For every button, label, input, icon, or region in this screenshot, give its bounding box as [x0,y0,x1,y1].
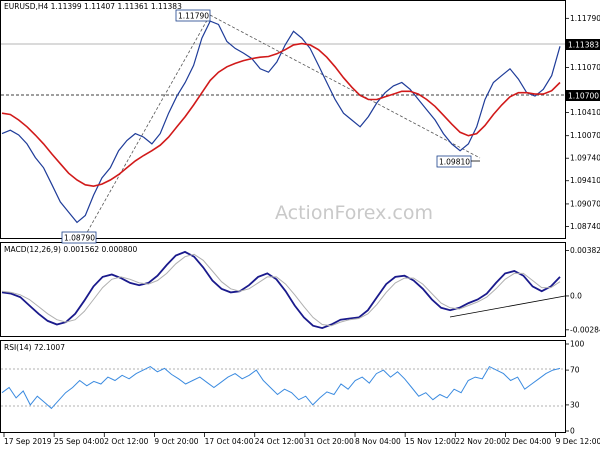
macd-series [1,250,561,330]
price-tick-label: 1.08740 [570,222,600,231]
x-tick-label: 9 Dec 12:00 [556,437,600,446]
macd-tick-label: 0.0 [570,291,582,300]
low-annotation: 1.08790 [64,234,95,243]
x-tick-label: 8 Nov 04:00 [355,437,401,446]
current-price-label: 1.11383 [568,41,599,50]
rsi-tick-label: 100 [570,340,585,349]
high-annotation: 1.11790 [178,12,209,21]
rsi-panel-frame [0,340,566,433]
price-tick-label: 1.10410 [570,108,600,117]
x-tick-label: 15 Nov 12:00 [405,437,456,446]
macd-series-0 [1,250,561,330]
macd-axis: 0.003826 0.0 -0.002849 [565,246,600,334]
mid-low-annotation: 1.09810 [439,158,470,167]
price-tick-label: 1.10070 [570,131,600,140]
watermark: ActionForex.com [275,202,433,224]
rsi-header: RSI(14) 72.1007 [4,343,65,352]
price-tick-label: 1.09410 [570,176,600,185]
rsi-tick-label: 30 [570,400,580,409]
x-tick-label: 17 Oct 04:00 [205,437,254,446]
x-tick-label: 24 Oct 12:00 [255,437,304,446]
price-tick-label: 1.11790 [570,14,600,23]
rsi-tick-label: 70 [570,366,580,375]
price-series-1 [1,42,561,188]
rsi-axis: 100 70 30 0 [565,340,585,436]
x-tick-label: 2 Dec 04:00 [505,437,551,446]
trend-line-up [84,14,211,237]
x-tick-label: 2 Oct 12:00 [104,437,148,446]
macd-tick-label: 0.003826 [570,246,600,255]
x-tick-label: 25 Sep 04:00 [54,437,104,446]
price-tick-label: 1.09070 [570,199,600,208]
trend-line-down [209,14,481,159]
rsi-tick-label: 0 [570,427,575,436]
macd-panel-frame [0,242,566,337]
rsi-series-0 [1,365,561,410]
support-price-label: 1.10700 [568,92,599,101]
x-tick-label: 17 Sep 2019 [4,437,52,446]
rsi-series [1,365,561,410]
macd-tick-label: -0.002849 [570,325,600,334]
macd-series-1 [1,253,561,327]
price-tick-label: 1.09740 [570,154,600,163]
x-tick-label: 31 Oct 20:00 [305,437,354,446]
x-tick-label: 22 Nov 20:00 [455,437,506,446]
x-tick-label: 9 Oct 20:00 [154,437,198,446]
macd-header: MACD(12,26,9) 0.001562 0.000800 [4,245,138,254]
forex-chart: ActionForex.com 1.11790 1.08790 1.09810 … [0,0,600,446]
price-tick-label: 1.11070 [570,63,600,72]
symbol-header: EURUSD,H4 1.11399 1.11407 1.11361 1.1138… [4,2,182,11]
time-axis: 17 Sep 2019 25 Sep 04:00 2 Oct 12:00 9 Oct … [3,433,600,446]
price-series [1,20,561,224]
